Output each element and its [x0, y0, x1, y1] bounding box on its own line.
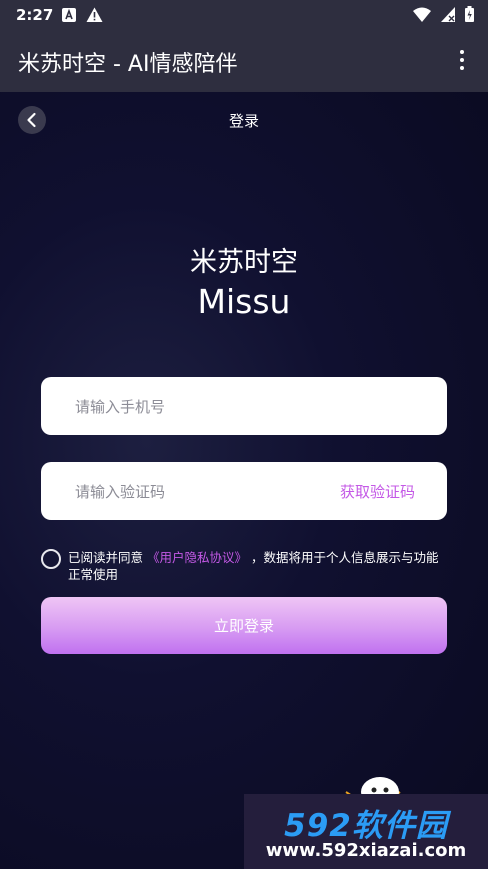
- code-field: 获取验证码: [41, 462, 447, 522]
- status-time: 2:27: [16, 6, 54, 24]
- brand-name-en: Missu: [197, 282, 291, 321]
- watermark-url: www.592xiazai.com: [265, 840, 467, 861]
- agreement-checkbox[interactable]: [41, 549, 61, 569]
- wifi-icon: [413, 7, 431, 22]
- agreement-prefix: 已阅读并同意: [68, 550, 144, 565]
- a-notification-icon: [62, 8, 76, 22]
- warning-icon: [86, 7, 103, 22]
- privacy-policy-link[interactable]: 《用户隐私协议》: [147, 550, 247, 565]
- signal-icon: [441, 6, 455, 22]
- login-button[interactable]: 立即登录: [41, 597, 447, 654]
- app-bar: 米苏时空 - AI情感陪伴: [0, 30, 488, 92]
- phone-input[interactable]: [73, 377, 417, 437]
- battery-icon: [465, 6, 474, 22]
- phone-field: [41, 377, 447, 437]
- brand-name-cn: 米苏时空: [190, 247, 298, 278]
- more-vert-icon[interactable]: [452, 50, 472, 72]
- code-input[interactable]: [73, 462, 317, 522]
- get-code-button[interactable]: 获取验证码: [340, 481, 415, 502]
- app-title: 米苏时空 - AI情感陪伴: [18, 52, 238, 77]
- watermark: 592软件园 www.592xiazai.com: [244, 794, 488, 869]
- watermark-logo: 592软件园: [284, 808, 448, 844]
- page-title: 登录: [228, 112, 259, 130]
- login-page: 登录 米苏时空 Missu 获取验证码 已阅读并同意 《用户隐私协议》 ，数据将…: [0, 92, 488, 869]
- agreement-text: 已阅读并同意 《用户隐私协议》 ，数据将用于个人信息展示与功能正常使用: [68, 549, 448, 583]
- status-bar: 2:27: [0, 0, 488, 30]
